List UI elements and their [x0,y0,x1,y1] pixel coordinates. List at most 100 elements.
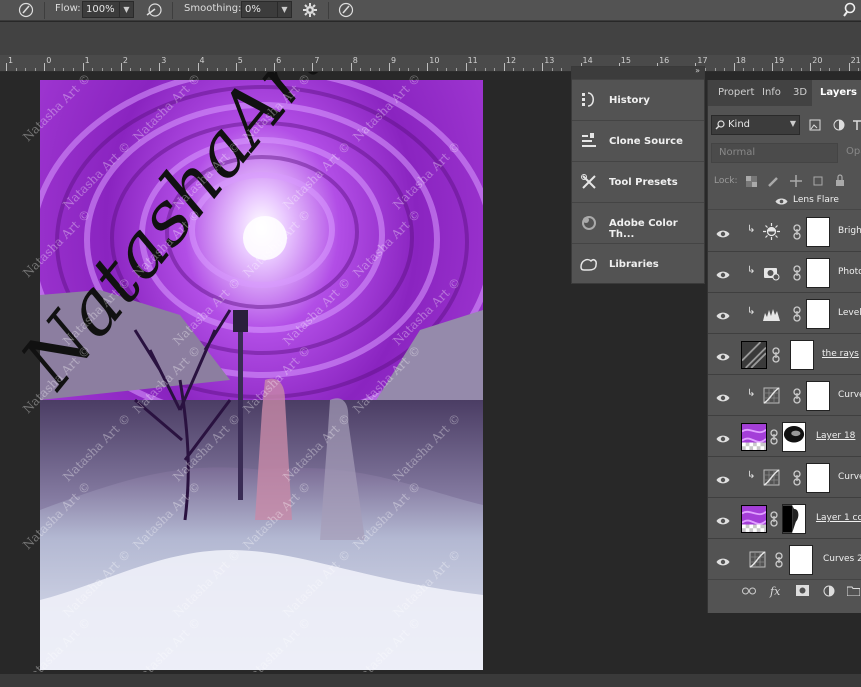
layer-name[interactable]: Curve [838,390,861,400]
link-icon[interactable] [769,429,779,445]
adjustment-filter-icon[interactable] [833,119,845,131]
layer-row[interactable]: Layer 18 [708,416,861,457]
link-icon[interactable] [769,511,779,527]
pressure-icon[interactable] [338,2,354,18]
layer-name[interactable]: Layer 1 co [816,513,861,523]
layer-row[interactable]: Curves 2 [708,539,861,580]
lock-position-icon[interactable] [790,175,802,187]
layer-name[interactable]: Curve [838,472,861,482]
adjustment-layer-icon [763,264,780,281]
ruler-tick-label: 21 [850,56,861,65]
eye-icon[interactable] [716,430,730,443]
tab-info[interactable]: Info [756,80,784,106]
ruler-tick-label: 6 [276,56,282,65]
layer-row[interactable]: ↳ Curve [708,457,861,498]
layer-row[interactable]: ↳ Curve [708,375,861,416]
flow-value: 100% [86,4,115,15]
blend-mode-dropdown[interactable]: Normal [711,143,838,163]
link-icon[interactable] [792,265,802,281]
ruler-tick-label: 17 [697,56,708,65]
panel-tool-presets[interactable]: Tool Presets [572,161,704,202]
layer-thumbnail [741,341,767,369]
eye-icon[interactable] [716,225,730,238]
layer-name[interactable]: the rays [822,349,859,359]
ruler-tick [197,63,199,71]
layer-name[interactable]: Photo [838,267,861,277]
gear-icon[interactable] [302,2,318,18]
ruler-tick-label: 10 [429,56,440,65]
layer-row[interactable]: ↳ Level [708,293,861,334]
eye-icon[interactable] [716,266,730,279]
ruler-tick [848,63,850,71]
link-icon[interactable] [742,587,756,596]
layer-effect-row[interactable]: Lens Flare [708,192,861,210]
filter-kind-dropdown[interactable]: Kind ▼ [711,115,800,135]
link-icon[interactable] [774,552,784,568]
mask-icon[interactable] [796,585,809,596]
eye-icon[interactable] [716,471,730,484]
layer-row[interactable]: the rays [708,334,861,375]
link-icon[interactable] [792,306,802,322]
smoothing-dropdown[interactable]: 0% ▼ [241,1,292,18]
layer-name[interactable]: Curves 2 [823,554,861,564]
ruler-tick [82,63,84,71]
ruler-tick-label: 7 [314,56,320,65]
document-canvas[interactable] [40,80,483,670]
clipping-arrow-icon: ↳ [747,306,756,317]
layer-mask-thumbnail [782,422,806,452]
eye-icon[interactable] [716,307,730,320]
panel-history[interactable]: History [572,79,704,120]
panel-libraries[interactable]: Libraries [572,243,704,284]
tab-layers[interactable]: Layers [812,80,861,106]
panel-clone-source[interactable]: Clone Source [572,120,704,161]
ruler-tick-label: 14 [582,56,593,65]
tab-3d[interactable]: 3D [786,80,812,106]
layer-name[interactable]: Level [838,308,861,318]
eye-icon[interactable] [775,197,788,206]
flow-dropdown[interactable]: 100% ▼ [82,1,134,18]
image-filter-icon[interactable] [809,119,821,131]
tab-properties[interactable]: Propert [708,80,754,106]
link-icon[interactable] [792,224,802,240]
ruler-tick [389,63,390,71]
fx-icon[interactable]: fx [770,585,780,598]
panel-label: Tool Presets [609,177,678,188]
lock-all-icon[interactable] [835,174,845,187]
ruler-minor-tick [839,68,841,71]
folder-icon[interactable] [847,586,860,596]
clone-source-icon [582,133,596,147]
layer-mask-thumbnail [806,258,830,288]
layer-row[interactable]: Layer 1 co [708,498,861,539]
ruler-tick-label: 11 [467,56,478,65]
smoothing-value: 0% [245,4,261,15]
panel-adobe-color[interactable]: Adobe Color Th... [572,202,704,243]
eye-icon[interactable] [716,389,730,402]
document-tab-row [0,22,861,55]
link-icon[interactable] [792,388,802,404]
layer-row[interactable]: ↳ Brigh [708,211,861,252]
ruler-minor-tick [724,68,726,71]
layer-name[interactable]: Brigh [838,226,861,236]
airbrush-icon[interactable] [146,2,162,18]
ruler-tick-label: 15 [620,56,631,65]
horizontal-ruler[interactable]: 1 0 1 2 3 4 5 6 7 8 9 10 11 12 13 14 15 16 17 18 19 20 21 [0,55,861,72]
ruler-tick [503,63,505,71]
type-filter-icon[interactable] [852,119,861,131]
layer-name[interactable]: Layer 18 [816,431,855,441]
link-icon[interactable] [771,347,781,363]
brush-icon[interactable] [18,2,34,18]
lock-artboard-icon[interactable] [812,175,824,187]
dock-header[interactable]: » [572,66,704,79]
link-icon[interactable] [792,470,802,486]
history-icon [582,92,594,107]
search-icon[interactable] [843,2,859,18]
lock-pixels-icon[interactable] [768,175,780,187]
eye-icon[interactable] [716,512,730,525]
layer-row[interactable]: ↳ Photo [708,252,861,293]
adjustment-icon[interactable] [823,585,835,597]
collapse-glyph[interactable]: » [695,66,700,75]
eye-icon[interactable] [716,348,730,361]
eye-icon[interactable] [716,553,730,566]
ruler-tick [235,63,237,71]
lock-transparent-icon[interactable] [746,176,757,187]
